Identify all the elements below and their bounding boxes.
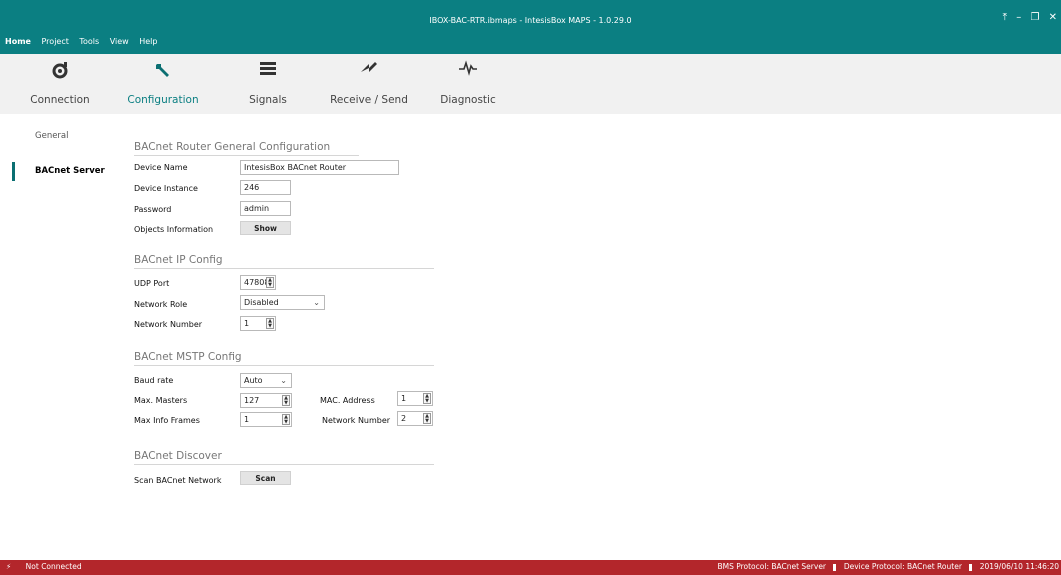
scan-button[interactable]: Scan <box>240 471 291 485</box>
network-role-label: Network Role <box>134 300 188 309</box>
connection-status-text: Not Connected <box>25 562 82 571</box>
ip-network-number-label: Network Number <box>134 320 203 329</box>
max-info-frames-value: 1 <box>244 415 250 424</box>
network-role-select[interactable]: Disabled ⌄ <box>240 295 325 310</box>
wrench-icon <box>113 60 213 80</box>
network-role-value: Disabled <box>244 298 279 307</box>
spinner-arrows-icon[interactable]: ▲ ▼ <box>423 393 431 404</box>
status-details: BMS Protocol: BACnet Server Device Proto… <box>717 562 1059 571</box>
max-info-frames-label: Max Info Frames <box>134 416 200 425</box>
ribbon-toolbar: Connection Configuration Signals Receive… <box>0 54 1061 114</box>
upload-icon[interactable]: ⤒ <box>1003 12 1007 23</box>
connection-icon <box>10 60 110 80</box>
ip-network-number-stepper[interactable]: 1 ▲ ▼ <box>240 316 276 331</box>
device-instance-label: Device Instance <box>134 184 198 193</box>
device-name-field[interactable]: IntesisBox BACnet Router <box>240 160 399 175</box>
restore-icon[interactable]: ❐ <box>1030 12 1039 23</box>
tool-connection[interactable]: Connection <box>10 54 110 114</box>
password-field[interactable]: admin <box>240 201 291 216</box>
baud-rate-value: Auto <box>244 376 263 385</box>
sidebar-item-general[interactable]: General <box>35 131 69 141</box>
mstp-network-number-value: 2 <box>401 414 407 423</box>
section-title-ip: BACnet IP Config <box>134 254 223 266</box>
max-masters-stepper[interactable]: 127 ▲ ▼ <box>240 393 292 408</box>
mac-address-stepper[interactable]: 1 ▲ ▼ <box>397 391 433 406</box>
chevron-down-icon: ⌄ <box>313 298 320 307</box>
spinner-arrows-icon[interactable]: ▲ ▼ <box>266 318 274 329</box>
signals-list-icon <box>218 60 318 80</box>
tool-connection-label: Connection <box>30 94 90 106</box>
connection-status: ⚡ Not Connected <box>6 562 82 571</box>
section-divider <box>134 464 434 465</box>
mac-address-value: 1 <box>401 394 407 403</box>
menu-bar: Home Project Tools View Help <box>5 37 165 46</box>
timestamp-text: 2019/06/10 11:46:20 <box>979 562 1059 571</box>
ip-network-number-value: 1 <box>244 319 250 328</box>
show-button[interactable]: Show <box>240 221 291 235</box>
scan-network-label: Scan BACnet Network <box>134 476 222 485</box>
spinner-arrows-icon[interactable]: ▲ ▼ <box>266 277 274 288</box>
receive-send-icon <box>319 60 419 80</box>
minimize-icon[interactable]: – <box>1016 12 1021 23</box>
device-protocol-text: Device Protocol: BACnet Router <box>843 562 962 571</box>
menu-help[interactable]: Help <box>139 37 157 46</box>
status-bar: ⚡ Not Connected BMS Protocol: BACnet Ser… <box>0 560 1061 575</box>
separator <box>969 563 973 571</box>
mstp-network-number-stepper[interactable]: 2 ▲ ▼ <box>397 411 433 426</box>
tool-configuration-label: Configuration <box>127 94 199 106</box>
window-title: IBOX-BAC-RTR.ibmaps - IntesisBox MAPS - … <box>429 16 632 25</box>
pulse-icon <box>418 60 518 80</box>
disconnected-plug-icon: ⚡ <box>6 562 12 571</box>
max-masters-label: Max. Masters <box>134 396 188 405</box>
tool-receive-send[interactable]: Receive / Send <box>319 54 419 114</box>
baud-rate-select[interactable]: Auto ⌄ <box>240 373 292 388</box>
tool-signals-label: Signals <box>249 94 287 106</box>
max-info-frames-stepper[interactable]: 1 ▲ ▼ <box>240 412 292 427</box>
tool-signals[interactable]: Signals <box>218 54 318 114</box>
menu-home[interactable]: Home <box>5 37 31 46</box>
section-divider <box>134 268 434 269</box>
menu-tools[interactable]: Tools <box>79 37 99 46</box>
section-title-general: BACnet Router General Configuration <box>134 141 331 153</box>
title-bar: IBOX-BAC-RTR.ibmaps - IntesisBox MAPS - … <box>0 0 1061 54</box>
close-icon[interactable]: ✕ <box>1049 12 1057 23</box>
section-divider <box>134 365 434 366</box>
password-label: Password <box>134 205 172 214</box>
device-instance-field[interactable]: 246 <box>240 180 291 195</box>
max-masters-value: 127 <box>244 396 260 405</box>
tool-configuration[interactable]: Configuration <box>113 54 213 114</box>
sidebar-item-bacnet-server[interactable]: BACnet Server <box>35 166 105 176</box>
spinner-arrows-icon[interactable]: ▲ ▼ <box>282 414 290 425</box>
sidebar-active-indicator <box>12 162 15 181</box>
tool-diagnostic-label: Diagnostic <box>440 94 496 106</box>
bms-protocol-text: BMS Protocol: BACnet Server <box>717 562 827 571</box>
device-name-label: Device Name <box>134 163 188 172</box>
tool-diagnostic[interactable]: Diagnostic <box>418 54 518 114</box>
baud-rate-label: Baud rate <box>134 376 174 385</box>
spinner-arrows-icon[interactable]: ▲ ▼ <box>282 395 290 406</box>
menu-view[interactable]: View <box>110 37 129 46</box>
section-divider <box>134 155 359 156</box>
mstp-network-number-label: Network Number <box>322 416 391 425</box>
objects-information-label: Objects Information <box>134 225 214 234</box>
section-title-mstp: BACnet MSTP Config <box>134 351 242 363</box>
udp-port-label: UDP Port <box>134 279 170 288</box>
chevron-down-icon: ⌄ <box>280 376 287 385</box>
separator <box>833 563 837 571</box>
window-controls: ⤒ – ❐ ✕ <box>997 12 1057 23</box>
tool-receive-send-label: Receive / Send <box>330 94 408 106</box>
menu-project[interactable]: Project <box>42 37 69 46</box>
section-title-discover: BACnet Discover <box>134 450 222 462</box>
udp-port-stepper[interactable]: 47808 ▲ ▼ <box>240 275 276 290</box>
mac-address-label: MAC. Address <box>320 396 375 405</box>
spinner-arrows-icon[interactable]: ▲ ▼ <box>423 413 431 424</box>
